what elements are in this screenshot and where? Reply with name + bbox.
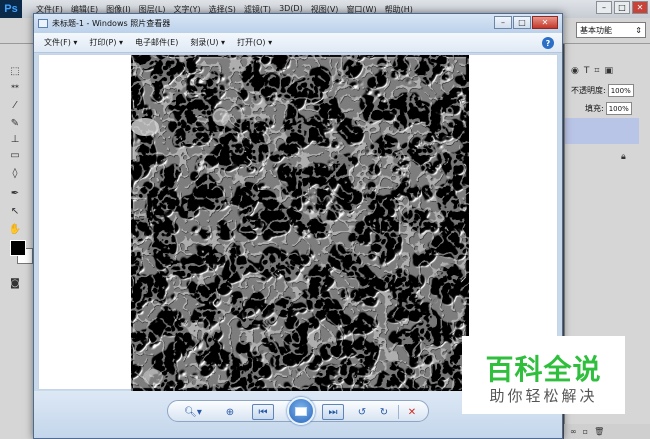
quickmask-icon[interactable]: ◙	[7, 276, 23, 290]
new-layer-icon[interactable]: ▫	[583, 427, 588, 436]
viewer-menu-email[interactable]: 电子邮件(E)	[135, 37, 178, 48]
pen-tool-icon[interactable]: ✒	[7, 186, 23, 200]
marquee-tool-icon[interactable]: ⬚	[7, 64, 23, 78]
wand-tool-icon[interactable]: ⁄	[7, 98, 23, 112]
drop-tool-icon[interactable]: ◊	[7, 166, 23, 180]
viewer-menu-open[interactable]: 打开(O) ▾	[237, 37, 272, 48]
viewer-close-icon[interactable]: ✕	[532, 16, 558, 29]
nav-separator	[398, 405, 399, 419]
rotate-right-icon[interactable]: ↻	[376, 404, 392, 420]
workspace-select[interactable]: 基本功能 ⇕	[576, 22, 646, 38]
viewer-menubar: 文件(F) ▾ 打印(P) ▾ 电子邮件(E) 刻录(U) ▾ 打开(O) ▾ …	[34, 33, 562, 53]
texture-svg	[131, 55, 469, 391]
viewer-titlebar[interactable]: 未标题-1 - Windows 照片查看器 – □ ✕	[34, 14, 562, 33]
viewer-window-controls: – □ ✕	[494, 16, 558, 29]
ps-window-controls: – □ ✕	[596, 1, 648, 14]
layer-filter-icons: ◉ T ⌗ ▣	[571, 66, 613, 76]
viewer-minimize-icon[interactable]: –	[494, 16, 512, 29]
opacity-label: 不透明度:	[571, 86, 606, 95]
help-icon[interactable]: ?	[542, 37, 554, 49]
viewer-menu-file[interactable]: 文件(F) ▾	[44, 37, 77, 48]
ps-minimize-icon[interactable]: –	[596, 1, 612, 14]
foreground-color-swatch[interactable]	[10, 240, 26, 256]
slideshow-icon	[295, 406, 307, 416]
smart-filter-icon[interactable]: ▣	[604, 66, 613, 76]
viewer-menu-file-label: 文件(F)	[44, 38, 71, 47]
brush-tool-icon[interactable]: ✎	[7, 116, 23, 130]
ps-toolbox: ⬚ ᕯ ⁄ ✎ ⊥ ▭ ◊ ✒ ↖ ✋ ◙	[0, 44, 34, 439]
trash-icon[interactable]: 🗑︎	[594, 427, 604, 436]
next-icon[interactable]: ⏭	[322, 404, 344, 420]
fill-input[interactable]: 100%	[605, 102, 632, 115]
fill-row: 填充: 100%	[585, 102, 632, 115]
watermark-box: 百科全说 助你轻松解决	[462, 336, 625, 414]
rotate-left-icon[interactable]: ↺	[354, 404, 370, 420]
spinner-icon: ⇕	[635, 25, 642, 35]
viewer-title-text: 未标题-1 - Windows 照片查看器	[52, 19, 171, 28]
delete-icon[interactable]: ✕	[404, 404, 420, 420]
watermark-subtitle: 助你轻松解决	[489, 387, 598, 405]
zoom-icon[interactable]: 🔍︎▾	[180, 404, 206, 420]
lasso-tool-icon[interactable]: ᕯ	[7, 82, 23, 96]
ps-close-icon[interactable]: ✕	[632, 1, 648, 14]
viewer-menu-print[interactable]: 打印(P) ▾	[89, 37, 123, 48]
viewer-menu-burn-label: 刻录(U)	[190, 38, 219, 47]
photo-viewer-app-icon	[38, 19, 48, 28]
workspace-select-label: 基本功能	[580, 25, 612, 35]
navigation-pill: 🔍︎▾ ⊕ ⏮ ⏭ ↺ ↻ ✕	[167, 397, 429, 425]
selected-layer-row[interactable]	[565, 118, 639, 144]
photoshop-logo: Ps	[0, 0, 22, 18]
viewer-menu-burn[interactable]: 刻录(U) ▾	[190, 37, 225, 48]
ps-layer-actions: ∞ ▫ 🗑︎	[564, 424, 650, 439]
shape-filter-icon[interactable]: ⌗	[594, 66, 599, 76]
opacity-row: 不透明度: 100%	[571, 84, 634, 97]
fill-label: 填充:	[585, 104, 604, 113]
viewer-menu-open-label: 打开(O)	[237, 38, 266, 47]
opacity-input[interactable]: 100%	[607, 84, 634, 97]
slideshow-button[interactable]	[287, 397, 315, 425]
stamp-tool-icon[interactable]: ⊥	[7, 132, 23, 146]
circle-filter-icon[interactable]: ◉	[571, 66, 579, 76]
ps-maximize-icon[interactable]: □	[614, 1, 630, 14]
hand-tool-icon[interactable]: ✋	[7, 222, 23, 236]
lock-icon: 🔒︎	[621, 152, 626, 162]
embossed-texture-image	[131, 55, 469, 391]
type-filter-icon[interactable]: T	[584, 66, 590, 76]
link-icon[interactable]: ∞	[570, 427, 577, 436]
eraser-tool-icon[interactable]: ▭	[7, 148, 23, 162]
previous-icon[interactable]: ⏮	[252, 404, 274, 420]
viewer-maximize-icon[interactable]: □	[513, 16, 531, 29]
viewer-menu-email-label: 电子邮件(E)	[135, 38, 179, 47]
viewer-menu-print-label: 打印(P)	[89, 38, 117, 47]
watermark-title: 百科全说	[485, 353, 602, 386]
actual-size-icon[interactable]: ⊕	[222, 404, 238, 420]
select-tool-icon[interactable]: ↖	[7, 204, 23, 218]
